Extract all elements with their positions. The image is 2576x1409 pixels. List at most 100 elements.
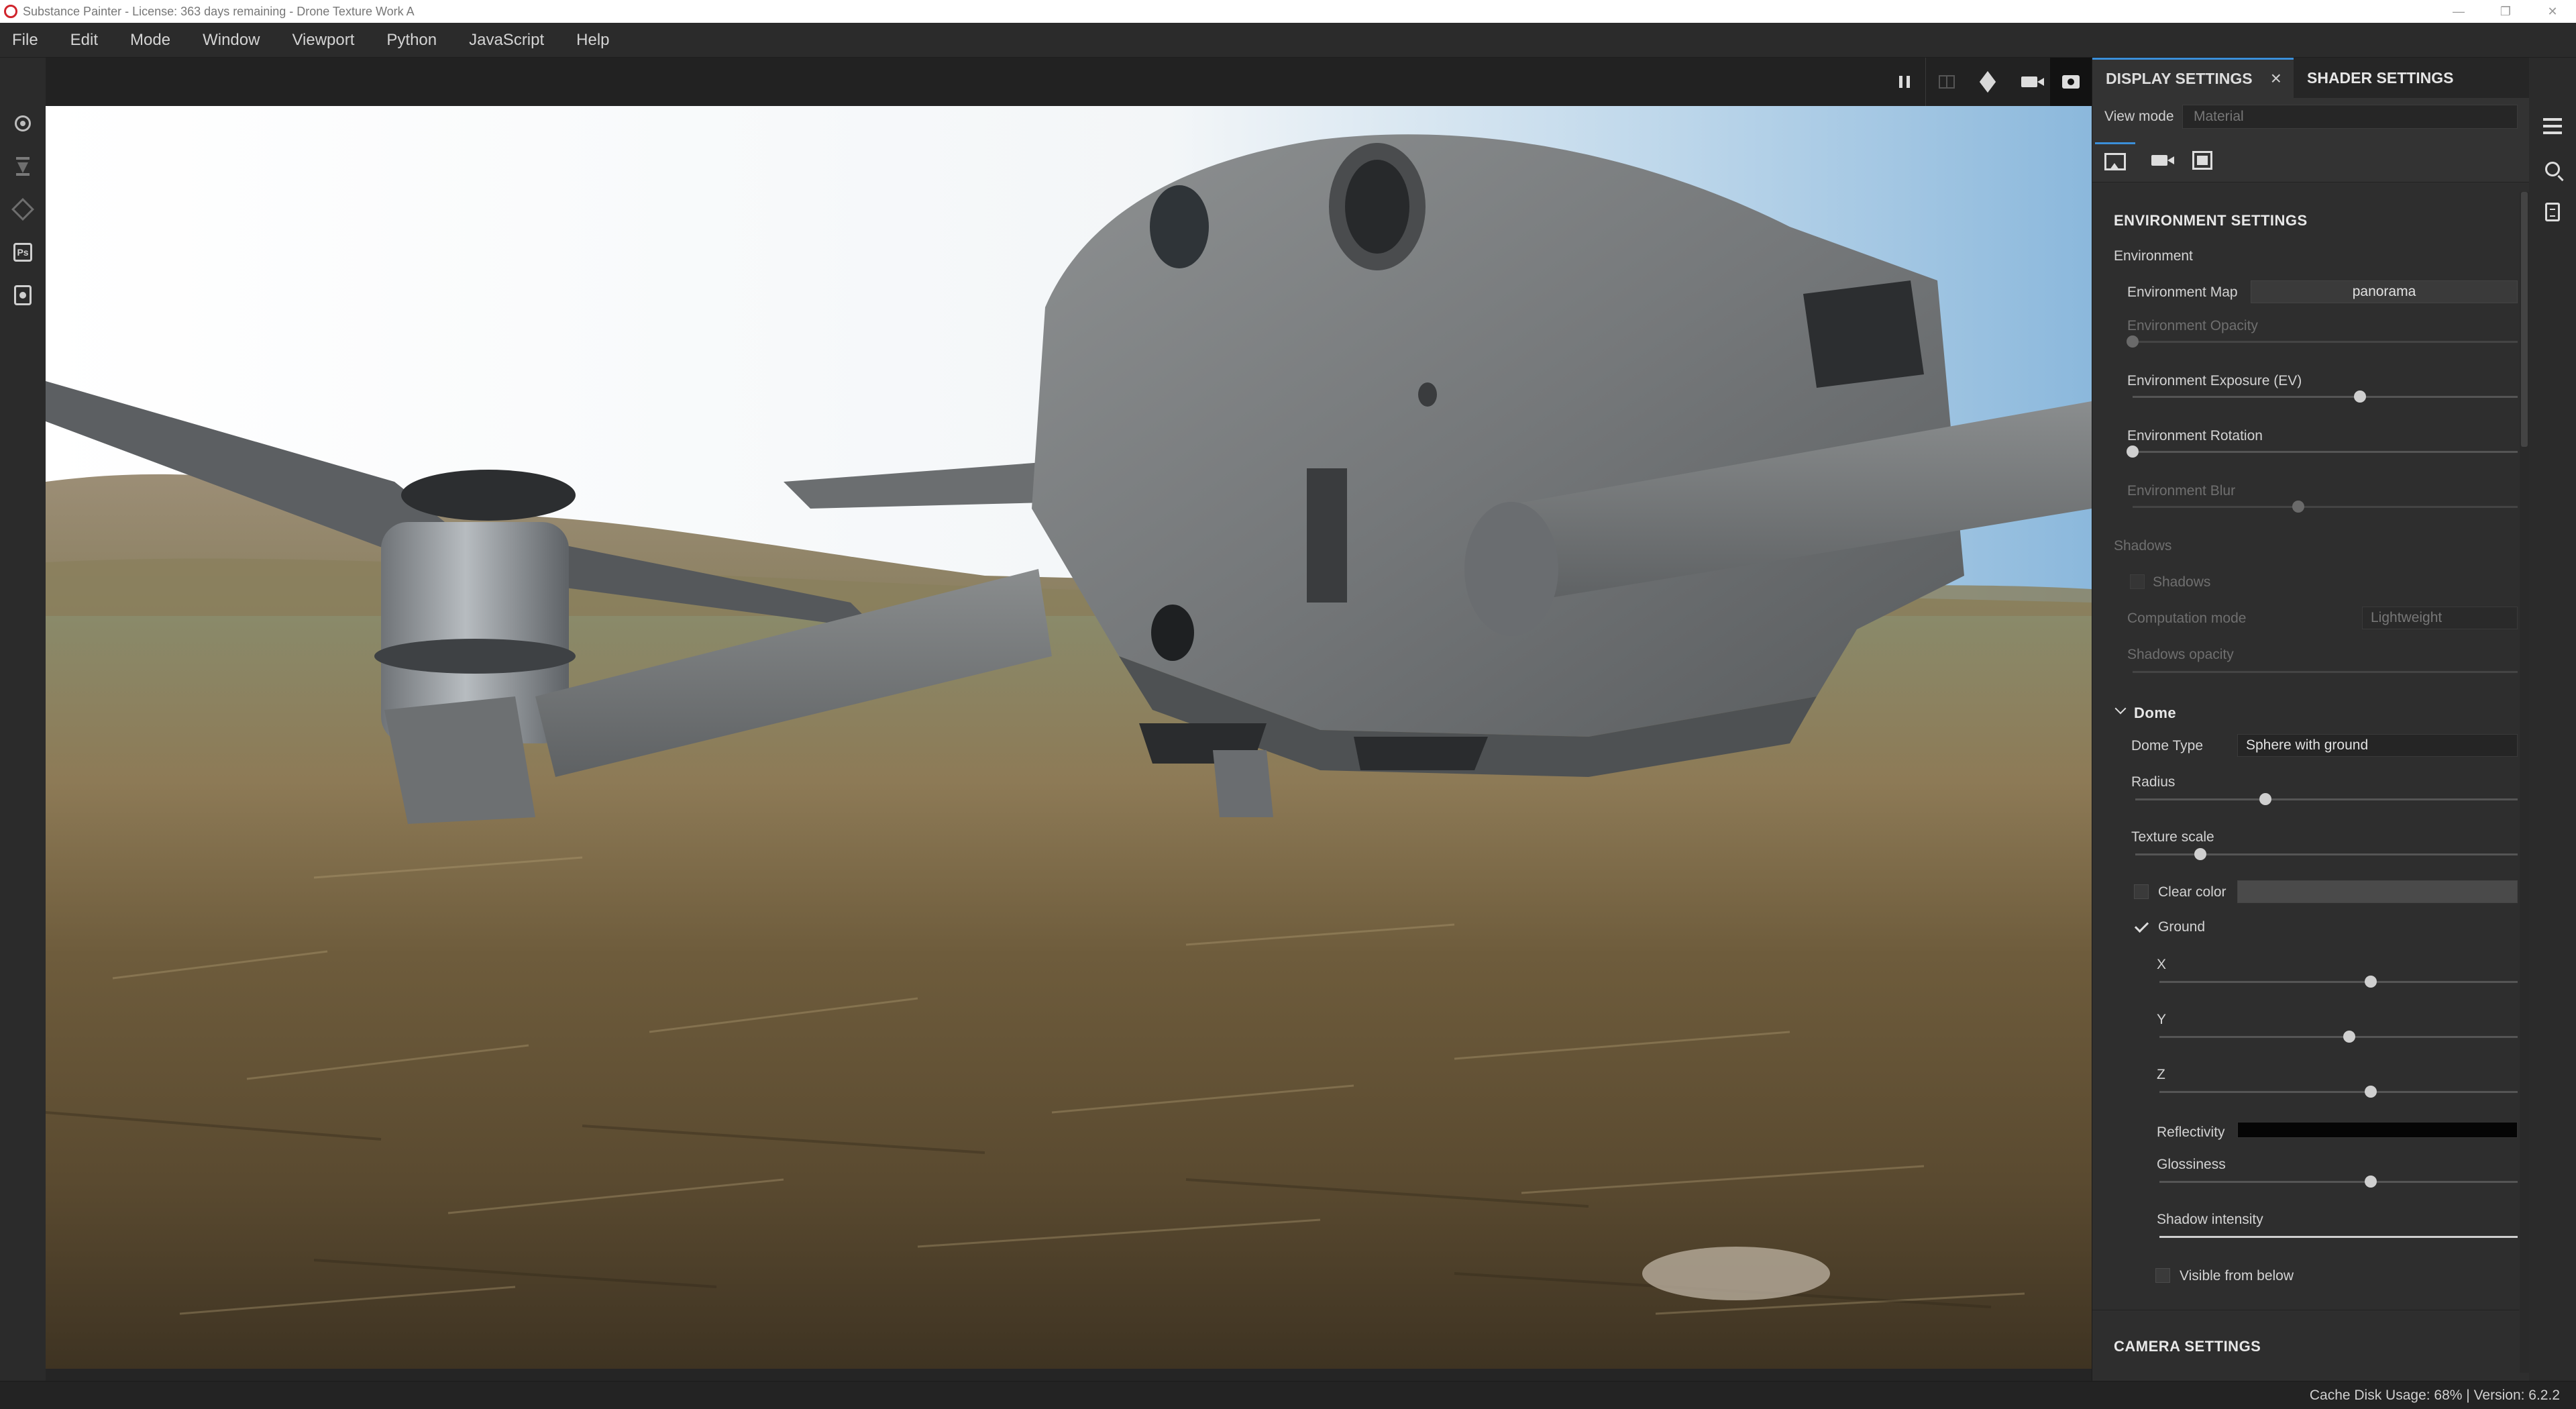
environment-rotation-slider[interactable] [2127, 446, 2518, 458]
menu-python[interactable]: Python [386, 31, 437, 50]
slider-knob[interactable] [2343, 1031, 2356, 1043]
zoom-inspect-button[interactable] [2529, 148, 2576, 191]
reflectivity-label: Reflectivity [2157, 1125, 2225, 1140]
camera-settings-heading[interactable]: CAMERA SETTINGS [2114, 1338, 2261, 1355]
view-mode-row: View mode Material [2092, 98, 2530, 134]
glossiness-slider[interactable] [2159, 1176, 2518, 1188]
clear-color-swatch[interactable] [2237, 880, 2518, 903]
menu-help[interactable]: Help [576, 31, 609, 50]
dome-type-select[interactable]: Sphere with ground [2237, 734, 2518, 757]
settings-scroll-area[interactable]: ENVIRONMENT SETTINGS Environment Environ… [2092, 182, 2519, 1381]
ground-z-slider[interactable] [2159, 1086, 2518, 1098]
camera-doc-button[interactable] [0, 274, 46, 317]
slider-knob[interactable] [2194, 848, 2206, 860]
shadow-intensity-label: Shadow intensity [2157, 1212, 2263, 1227]
menu-file[interactable]: File [12, 31, 38, 50]
close-button[interactable]: ✕ [2529, 0, 2576, 23]
menu-viewport[interactable]: Viewport [292, 31, 354, 50]
screenshot-button[interactable] [2050, 58, 2092, 106]
layer-stack-button[interactable] [2529, 105, 2576, 148]
shadows-opacity-label: Shadows opacity [2127, 647, 2234, 662]
layers-icon [11, 198, 34, 221]
slider-knob[interactable] [2127, 335, 2139, 348]
menu-javascript[interactable]: JavaScript [469, 31, 544, 50]
tab-close-icon[interactable]: × [2271, 60, 2282, 97]
slider-knob[interactable] [2365, 976, 2377, 988]
pause-button[interactable] [1884, 58, 1925, 106]
slider-knob[interactable] [2292, 501, 2304, 513]
settings-tool-button[interactable] [0, 102, 46, 145]
dome-collapse-chevron-icon[interactable] [2114, 702, 2127, 715]
document-list-button[interactable] [2529, 191, 2576, 233]
environment-blur-slider[interactable] [2133, 501, 2518, 513]
environment-category-button[interactable] [2095, 142, 2135, 178]
menu-mode[interactable]: Mode [130, 31, 170, 50]
reflectivity-swatch[interactable] [2237, 1122, 2518, 1138]
drone-render [46, 106, 2092, 1369]
computation-mode-label: Computation mode [2127, 611, 2247, 626]
ground-y-slider[interactable] [2159, 1031, 2518, 1043]
slider-knob[interactable] [2365, 1176, 2377, 1188]
minimize-button[interactable]: — [2435, 0, 2482, 23]
dome-group-heading[interactable]: Dome [2134, 704, 2176, 722]
slider-knob[interactable] [2127, 446, 2139, 458]
title-bar: Substance Painter - License: 363 days re… [0, 0, 2576, 23]
slider-knob[interactable] [2353, 390, 2366, 403]
environment-opacity-slider[interactable] [2127, 335, 2518, 348]
zoom-inspect-icon [2545, 162, 2560, 176]
maximize-button[interactable]: ❐ [2482, 0, 2529, 23]
radius-label: Radius [2131, 774, 2176, 790]
glossiness-label: Glossiness [2157, 1157, 2226, 1172]
visible-from-below-label: Visible from below [2180, 1268, 2294, 1284]
split-view-button[interactable] [1925, 58, 1967, 106]
screenshot-camera-icon [2062, 75, 2080, 89]
slider-knob[interactable] [2365, 1086, 2377, 1098]
ground-z-label: Z [2157, 1067, 2165, 1082]
camera-category-button[interactable] [2139, 142, 2180, 178]
settings-category-icons [2092, 134, 2530, 182]
window-title: Substance Painter - License: 363 days re… [23, 5, 415, 18]
camera-mode-button[interactable] [2008, 58, 2050, 106]
photoshop-export-button[interactable]: Ps [0, 231, 46, 274]
environment-exposure-slider[interactable] [2133, 390, 2518, 403]
shadow-intensity-slider[interactable] [2159, 1236, 2518, 1238]
shadows-checkbox[interactable] [2130, 574, 2145, 589]
menu-edit[interactable]: Edit [70, 31, 98, 50]
menu-bar: File Edit Mode Window Viewport Python Ja… [0, 23, 2576, 58]
pause-icon [1899, 76, 1910, 88]
hourglass-icon [16, 157, 30, 176]
radius-slider[interactable] [2135, 793, 2518, 805]
scrollbar-thumb[interactable] [2521, 192, 2528, 447]
texture-scale-slider[interactable] [2135, 848, 2518, 860]
window-controls: — ❐ ✕ [2435, 0, 2576, 23]
slider-knob[interactable] [2259, 793, 2271, 805]
history-tool-button[interactable] [0, 145, 46, 188]
environment-map-field[interactable]: panorama [2251, 280, 2518, 303]
menu-window[interactable]: Window [203, 31, 260, 50]
clear-color-checkbox[interactable] [2134, 884, 2149, 899]
dome-type-label: Dome Type [2131, 738, 2203, 753]
status-bar: Cache Disk Usage: 68% | Version: 6.2.2 [0, 1381, 2576, 1409]
visible-from-below-checkbox[interactable] [2155, 1268, 2170, 1283]
frame-icon [2192, 151, 2212, 170]
environment-exposure-label: Environment Exposure (EV) [2127, 373, 2302, 388]
panel-scrollbar[interactable] [2520, 192, 2529, 1373]
ground-x-slider[interactable] [2159, 976, 2518, 988]
ground-label: Ground [2158, 919, 2206, 935]
viewport-bottom-strip [46, 1369, 2092, 1381]
3d-viewport[interactable] [46, 106, 2092, 1369]
tab-shader-settings[interactable]: SHADER SETTINGS [2294, 58, 2481, 98]
display-settings-panel: DISPLAY SETTINGS × SHADER SETTINGS View … [2092, 58, 2530, 1381]
ground-checkbox[interactable] [2134, 919, 2149, 934]
frame-category-button[interactable] [2182, 142, 2222, 178]
computation-mode-select[interactable]: Lightweight [2362, 607, 2518, 629]
view-mode-select[interactable]: Material [2182, 105, 2518, 129]
tab-display-label: DISPLAY SETTINGS [2106, 70, 2253, 87]
environment-group-label: Environment [2114, 248, 2193, 264]
display-mode-button[interactable] [1967, 58, 2008, 106]
photoshop-icon: Ps [13, 243, 32, 262]
environment-image-icon [2104, 152, 2126, 170]
tab-display-settings[interactable]: DISPLAY SETTINGS × [2092, 58, 2294, 98]
layers-tool-button[interactable] [0, 188, 46, 231]
shadows-opacity-slider[interactable] [2133, 671, 2518, 673]
